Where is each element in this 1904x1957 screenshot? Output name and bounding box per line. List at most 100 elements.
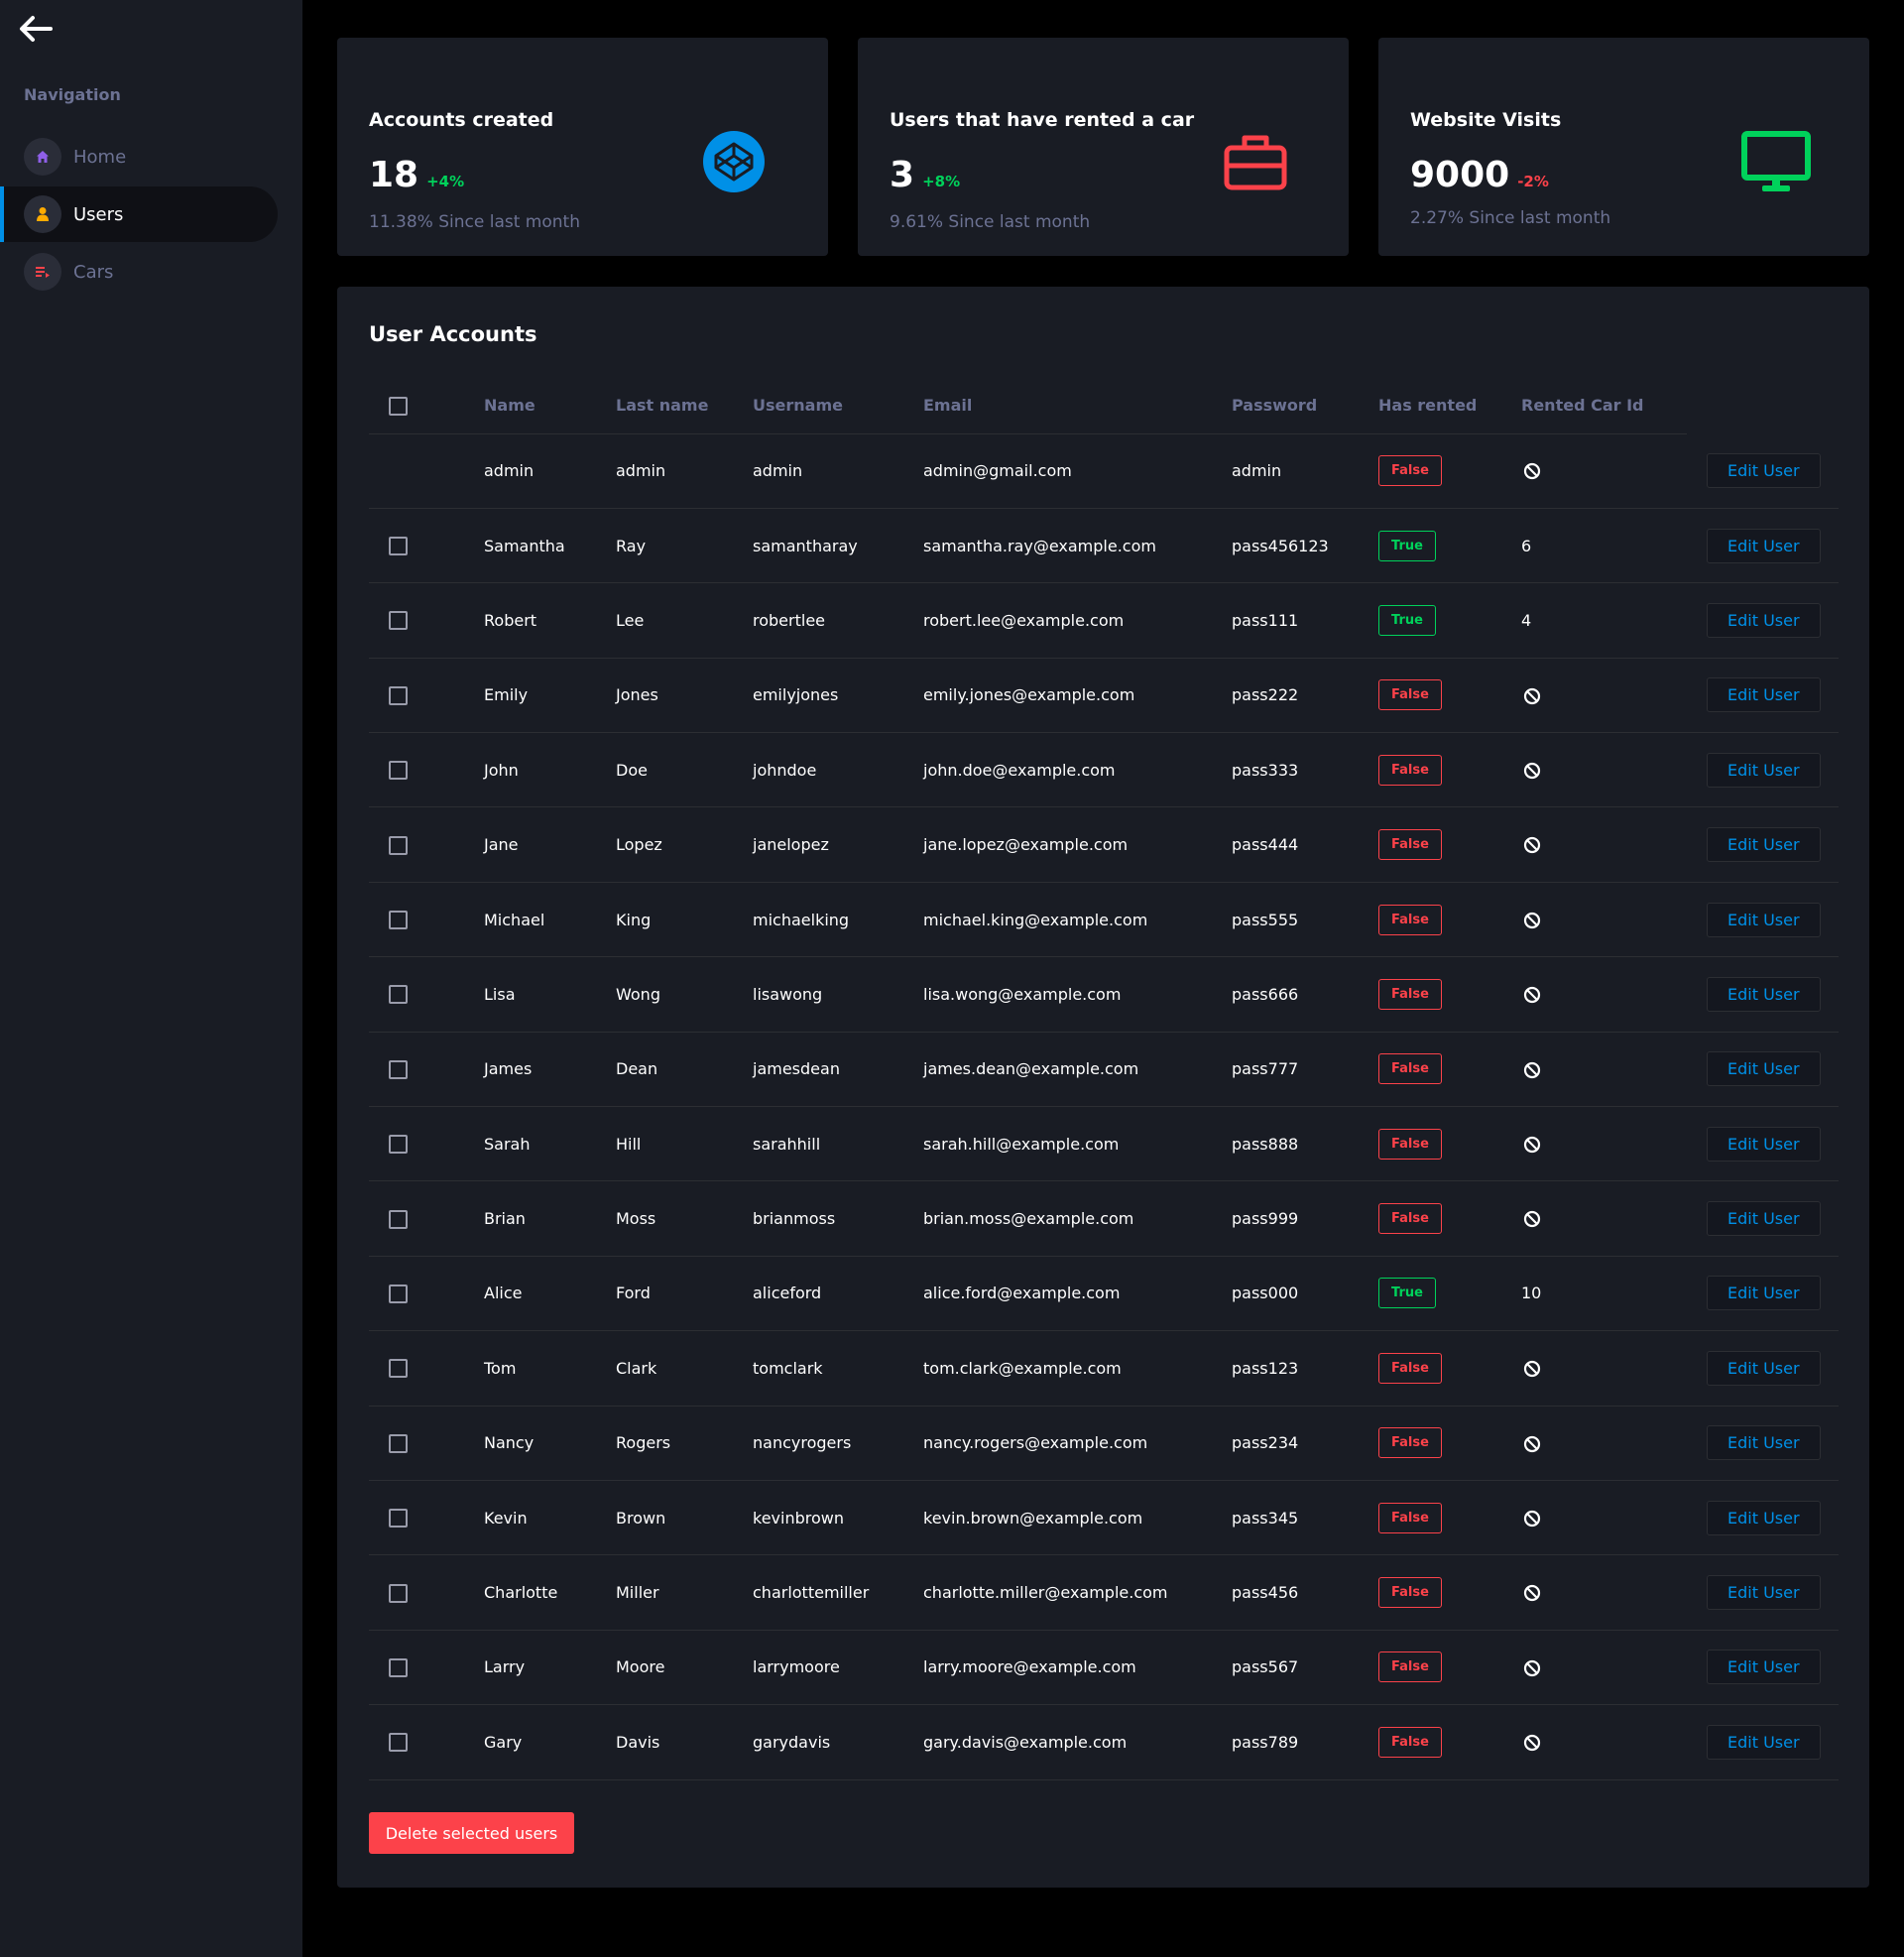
- actions-cell: Edit User: [1687, 1106, 1839, 1182]
- row-select-checkbox[interactable]: [389, 537, 408, 556]
- has-rented-badge: False: [1378, 679, 1442, 711]
- block-icon: [1523, 1211, 1541, 1228]
- edit-user-button[interactable]: Edit User: [1707, 752, 1821, 788]
- name-cell: Emily: [484, 658, 616, 734]
- edit-user-button[interactable]: Edit User: [1707, 1051, 1821, 1087]
- email-cell: kevin.brown@example.com: [923, 1480, 1232, 1556]
- edit-user-button[interactable]: Edit User: [1707, 1201, 1821, 1237]
- row-select-checkbox[interactable]: [389, 985, 408, 1005]
- edit-user-button[interactable]: Edit User: [1707, 902, 1821, 937]
- row-select-checkbox[interactable]: [389, 611, 408, 631]
- delete-selected-button[interactable]: Delete selected users: [369, 1812, 574, 1854]
- has-rented-cell: False: [1378, 1480, 1521, 1556]
- username-cell: larrymoore: [753, 1630, 923, 1706]
- rented-car-id-cell: [1521, 433, 1687, 509]
- edit-user-button[interactable]: Edit User: [1707, 602, 1821, 638]
- column-header[interactable]: Username: [753, 378, 923, 434]
- edit-user-button[interactable]: Edit User: [1707, 1575, 1821, 1611]
- sidebar-item-cars[interactable]: Cars: [0, 244, 278, 300]
- email-cell: john.doe@example.com: [923, 732, 1232, 808]
- row-select-checkbox[interactable]: [389, 1509, 408, 1529]
- actions-cell: Edit User: [1687, 658, 1839, 734]
- column-header[interactable]: Rented Car Id: [1521, 378, 1687, 434]
- has-rented-badge: False: [1378, 1726, 1442, 1758]
- edit-user-button[interactable]: Edit User: [1707, 976, 1821, 1012]
- email-cell: robert.lee@example.com: [923, 582, 1232, 659]
- rented-car-id: 4: [1521, 610, 1532, 630]
- rented-car-id-cell: [1521, 1704, 1687, 1780]
- row-select-checkbox[interactable]: [389, 1209, 408, 1229]
- email-cell: lisa.wong@example.com: [923, 956, 1232, 1033]
- stat-change: +8%: [922, 173, 961, 190]
- column-header[interactable]: Password: [1232, 378, 1378, 434]
- row-select-checkbox[interactable]: [389, 1135, 408, 1155]
- stat-subtext: 2.27% Since last month: [1410, 208, 1611, 228]
- last-name-cell: Davis: [616, 1704, 753, 1780]
- row-select-checkbox[interactable]: [389, 1733, 408, 1753]
- edit-user-button[interactable]: Edit User: [1707, 452, 1821, 488]
- sidebar-item-home[interactable]: Home: [0, 129, 278, 184]
- row-select-checkbox[interactable]: [389, 835, 408, 855]
- table-row: Emily Jones emilyjones emily.jones@example.…: [369, 658, 1839, 734]
- has-rented-badge: False: [1378, 1651, 1442, 1683]
- select-cell: [369, 508, 484, 584]
- email-cell: admin@gmail.com: [923, 433, 1232, 509]
- edit-user-button[interactable]: Edit User: [1707, 1276, 1821, 1311]
- rented-car-id-cell: [1521, 1032, 1687, 1108]
- password-cell: pass000: [1232, 1256, 1378, 1332]
- username-cell: nancyrogers: [753, 1406, 923, 1481]
- row-select-checkbox[interactable]: [389, 685, 408, 705]
- column-header[interactable]: Email: [923, 378, 1232, 434]
- row-select-checkbox[interactable]: [389, 1284, 408, 1303]
- row-select-checkbox[interactable]: [389, 1059, 408, 1079]
- edit-user-button[interactable]: Edit User: [1707, 1650, 1821, 1685]
- column-header[interactable]: Has rented: [1378, 378, 1521, 434]
- password-cell: pass666: [1232, 956, 1378, 1033]
- select-cell: [369, 1180, 484, 1257]
- edit-user-button[interactable]: Edit User: [1707, 1500, 1821, 1535]
- playlist-icon: [24, 253, 61, 291]
- row-select-checkbox[interactable]: [389, 1433, 408, 1453]
- nav-caption: Navigation: [24, 85, 121, 104]
- row-select-checkbox[interactable]: [389, 1359, 408, 1379]
- last-name-cell: Hill: [616, 1106, 753, 1182]
- table-body: admin admin admin admin@gmail.com admin False…: [369, 433, 1839, 1780]
- has-rented-badge: False: [1378, 455, 1442, 487]
- column-header[interactable]: Last name: [616, 378, 753, 434]
- actions-cell: Edit User: [1687, 433, 1839, 509]
- actions-cell: Edit User: [1687, 1630, 1839, 1706]
- select-all-checkbox[interactable]: [389, 396, 408, 416]
- edit-user-button[interactable]: Edit User: [1707, 528, 1821, 563]
- row-select-checkbox[interactable]: [389, 1657, 408, 1677]
- edit-user-button[interactable]: Edit User: [1707, 1724, 1821, 1760]
- name-cell: Kevin: [484, 1480, 616, 1556]
- last-name-cell: King: [616, 882, 753, 958]
- back-arrow-icon[interactable]: [17, 14, 53, 44]
- block-icon: [1523, 1734, 1541, 1752]
- column-header[interactable]: Name: [484, 378, 616, 434]
- row-select-checkbox[interactable]: [389, 761, 408, 781]
- name-cell: Sarah: [484, 1106, 616, 1182]
- actions-cell: Edit User: [1687, 508, 1839, 584]
- table-row: Lisa Wong lisawong lisa.wong@example.com pas…: [369, 956, 1839, 1033]
- has-rented-cell: False: [1378, 732, 1521, 808]
- edit-user-button[interactable]: Edit User: [1707, 1126, 1821, 1162]
- edit-user-button[interactable]: Edit User: [1707, 1425, 1821, 1461]
- username-cell: lisawong: [753, 956, 923, 1033]
- row-select-checkbox[interactable]: [389, 911, 408, 930]
- block-icon: [1523, 1435, 1541, 1452]
- row-select-checkbox[interactable]: [389, 1583, 408, 1603]
- sidebar-item-users[interactable]: Users: [0, 186, 278, 242]
- sidebar-item-label: Users: [73, 203, 124, 225]
- rented-car-id-cell: 6: [1521, 508, 1687, 584]
- table-row: Jane Lopez janelopez jane.lopez@example.com…: [369, 806, 1839, 883]
- edit-user-button[interactable]: Edit User: [1707, 1350, 1821, 1386]
- block-icon: [1523, 987, 1541, 1004]
- stat-value: 18: [369, 155, 419, 195]
- email-cell: tom.clark@example.com: [923, 1330, 1232, 1407]
- rented-car-id-cell: [1521, 1480, 1687, 1556]
- password-cell: pass777: [1232, 1032, 1378, 1108]
- has-rented-badge: True: [1378, 530, 1436, 561]
- edit-user-button[interactable]: Edit User: [1707, 677, 1821, 713]
- edit-user-button[interactable]: Edit User: [1707, 827, 1821, 863]
